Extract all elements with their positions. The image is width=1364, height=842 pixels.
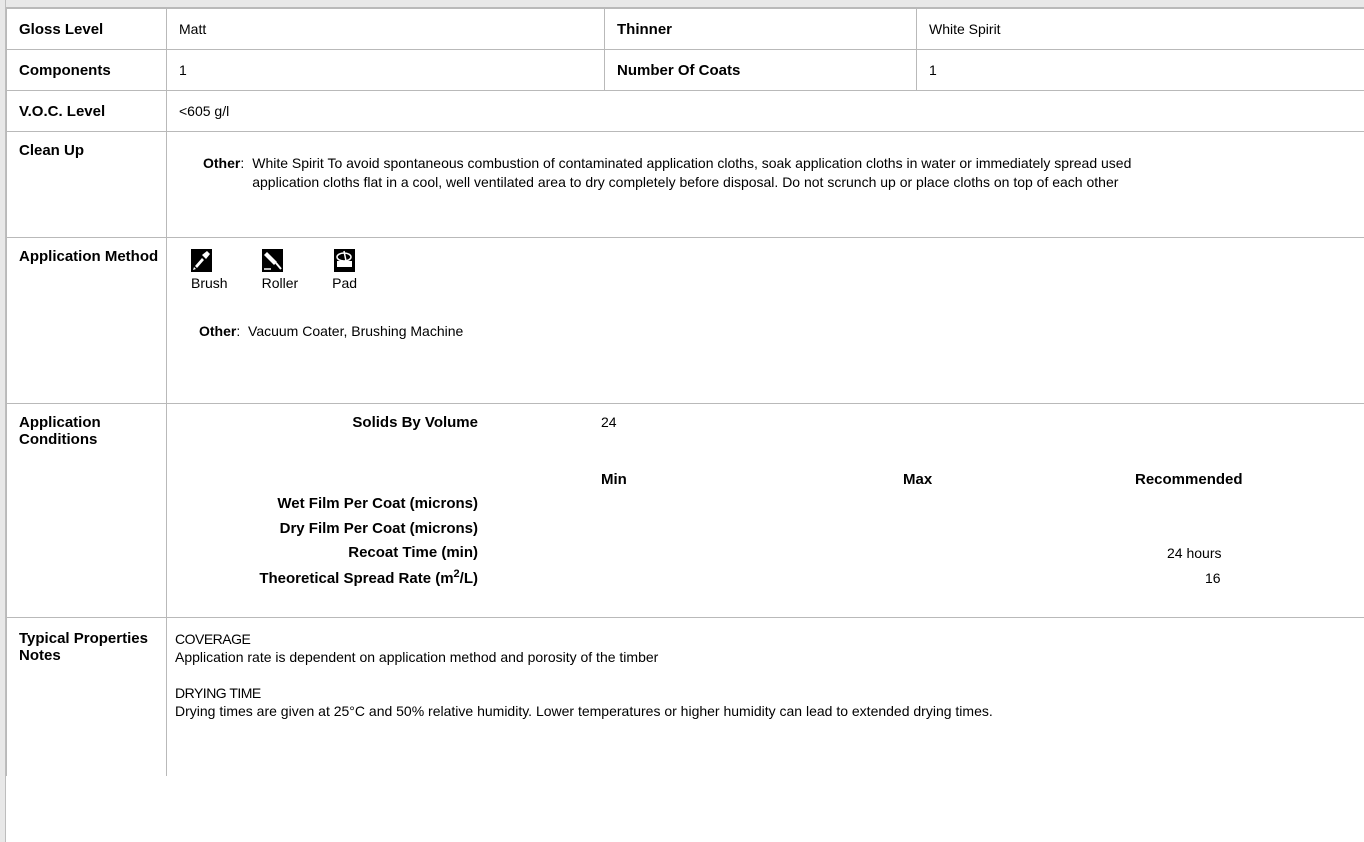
clean-up-text-line1: White Spirit To avoid spontaneous combus…	[252, 155, 1132, 171]
method-pad-label: Pad	[332, 275, 358, 291]
row-clean-up: Clean Up Other: White Spirit To avoid sp…	[6, 131, 1364, 238]
conditions-grid: Solids By Volume 24 Min Max Recommended …	[167, 404, 1364, 604]
coverage-title: COVERAGE	[175, 631, 251, 647]
typical-notes-cell: COVERAGE Application rate is dependent o…	[166, 617, 1364, 776]
method-list: Brush Roller Pad	[167, 238, 1364, 291]
dry-film-label: Dry Film Per Coat (microns)	[279, 520, 478, 537]
coverage-text: Application rate is dependent on applica…	[175, 649, 659, 665]
thinner-label: Thinner	[604, 8, 917, 50]
clean-up-other-label: Other	[203, 155, 241, 171]
row-gloss-thinner: Gloss Level Matt Thinner White Spirit	[6, 8, 1364, 50]
application-other-label: Other	[199, 323, 237, 339]
wet-film-label: Wet Film Per Coat (microns)	[277, 495, 478, 512]
col-max: Max	[903, 471, 933, 488]
gloss-level-label: Gloss Level	[6, 8, 167, 50]
spread-rate-label: Theoretical Spread Rate (m2/L)	[259, 568, 478, 587]
method-roller-label: Roller	[261, 275, 299, 291]
application-conditions-label: Application Conditions	[6, 403, 167, 618]
spread-rate-label-post: /L)	[459, 570, 478, 587]
application-method-cell: Brush Roller Pad Other: Vacuum Coater, B…	[166, 237, 1364, 404]
application-method-label: Application Method	[6, 237, 167, 404]
col-min: Min	[601, 471, 627, 488]
pad-icon	[334, 249, 356, 272]
method-brush: Brush	[191, 249, 228, 291]
number-of-coats-label: Number Of Coats	[604, 49, 917, 91]
recoat-time-label: Recoat Time (min)	[348, 544, 478, 561]
application-other-value: Vacuum Coater, Brushing Machine	[248, 323, 464, 339]
roller-icon	[261, 249, 283, 272]
voc-value: <605 g/l	[166, 90, 1364, 132]
clean-up-other: Other:	[203, 155, 245, 171]
row-application-method: Application Method Brush Roller Pad Othe…	[6, 237, 1364, 404]
clean-up-cell: Other: White Spirit To avoid spontaneous…	[166, 131, 1364, 238]
clean-up-text-line2: application cloths flat in a cool, well …	[252, 174, 1119, 190]
solids-label: Solids By Volume	[352, 414, 478, 431]
spread-rate-recommended: 16	[1205, 570, 1221, 586]
recoat-time-recommended: 24 hours	[1167, 545, 1222, 561]
method-pad: Pad	[332, 249, 357, 291]
application-other: Other: Vacuum Coater, Brushing Machine	[199, 323, 464, 339]
top-strip	[0, 0, 1364, 8]
clean-up-content: Other: White Spirit To avoid spontaneous…	[167, 132, 1364, 192]
method-roller: Roller	[261, 249, 299, 291]
number-of-coats-value: 1	[916, 49, 1364, 91]
typical-notes-label: Typical Properties Notes	[6, 617, 167, 776]
method-brush-label: Brush	[191, 275, 228, 291]
thinner-value: White Spirit	[916, 8, 1364, 50]
clean-up-text: White Spirit To avoid spontaneous combus…	[252, 154, 1131, 192]
gloss-level-value: Matt	[166, 8, 605, 50]
solids-value: 24	[601, 414, 617, 430]
components-value: 1	[166, 49, 605, 91]
voc-label: V.O.C. Level	[6, 90, 167, 132]
spread-rate-label-pre: Theoretical Spread Rate (m	[259, 570, 454, 587]
row-components-coats: Components 1 Number Of Coats 1	[6, 49, 1364, 91]
row-typical-notes: Typical Properties Notes COVERAGE Applic…	[6, 617, 1364, 776]
components-label: Components	[6, 49, 167, 91]
row-application-conditions: Application Conditions Solids By Volume …	[6, 403, 1364, 618]
clean-up-label: Clean Up	[6, 131, 167, 238]
drying-time-title: DRYING TIME	[175, 685, 261, 701]
drying-time-text: Drying times are given at 25°C and 50% r…	[175, 703, 993, 719]
application-conditions-cell: Solids By Volume 24 Min Max Recommended …	[166, 403, 1364, 618]
typical-notes-content: COVERAGE Application rate is dependent o…	[167, 618, 1364, 720]
product-spec-table: Gloss Level Matt Thinner White Spirit Co…	[6, 8, 1364, 776]
brush-icon	[191, 249, 212, 272]
col-recommended: Recommended	[1135, 471, 1243, 488]
row-voc: V.O.C. Level <605 g/l	[6, 90, 1364, 132]
